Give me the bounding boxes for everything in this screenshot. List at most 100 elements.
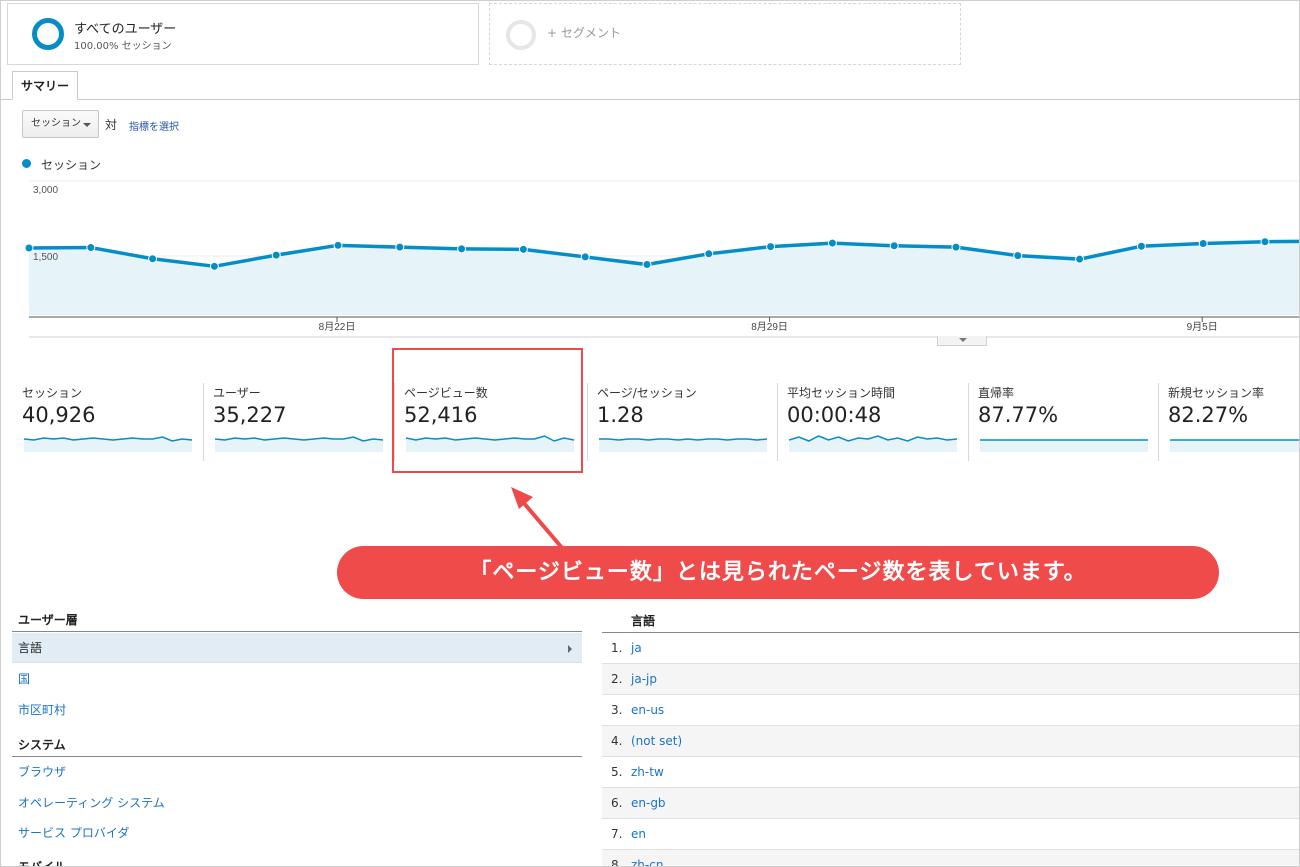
language-link[interactable]: en-us [631, 695, 664, 725]
data-point [642, 260, 652, 270]
select-metric-link[interactable]: 指標を選択 [129, 118, 179, 133]
language-link[interactable]: zh-tw [631, 757, 664, 787]
metric-label: セッション [22, 386, 83, 400]
row-index: 1. [611, 641, 623, 655]
row-index: 2. [611, 672, 623, 686]
data-point [704, 249, 714, 259]
data-point [209, 261, 219, 271]
language-link[interactable]: ja-jp [631, 664, 657, 694]
y-tick-label: 1,500 [33, 252, 58, 263]
metric-divider [777, 383, 778, 461]
metric-card[interactable]: セッション 40,926 [22, 381, 212, 461]
language-link[interactable]: en [631, 819, 646, 849]
language-link[interactable]: en-gb [631, 788, 666, 818]
metric-value: 40,926 [22, 403, 96, 427]
mobile-section-head: モバイル [12, 857, 582, 866]
segment-all-users[interactable]: すべてのユーザー 100.00% セッション [7, 3, 479, 65]
x-tick-label: 8月22日 [319, 321, 356, 333]
nav-item-service-provider[interactable]: サービス プロバイダ [12, 818, 582, 848]
empty-segment-ring-icon [506, 20, 536, 50]
data-point [271, 250, 281, 260]
table-row: 6. en-gb [602, 788, 1299, 819]
metric-sparkline [599, 438, 767, 452]
metric-divider [587, 383, 588, 461]
segment-title: すべてのユーザー [74, 22, 177, 37]
metric-sparkline [215, 436, 383, 452]
data-point [1136, 241, 1146, 251]
table-row: 7. en [602, 819, 1299, 850]
row-index: 3. [611, 703, 623, 717]
data-point [333, 240, 343, 250]
data-point [1013, 251, 1023, 261]
table-row: 4. (not set) [602, 726, 1299, 757]
row-index: 7. [611, 827, 623, 841]
metric-select[interactable]: セッション [22, 110, 99, 138]
nav-item-language[interactable]: 言語 [12, 633, 582, 663]
language-link[interactable]: zh-cn [631, 850, 663, 866]
x-tick-label: 8月29日 [751, 321, 788, 333]
metric-value: 00:00:48 [787, 403, 882, 427]
segment-ring-icon [32, 18, 64, 50]
nav-item-browser[interactable]: ブラウザ [12, 757, 582, 787]
metric-card[interactable]: ページ/セッション 1.28 [597, 381, 787, 461]
data-point [1198, 239, 1208, 249]
add-segment-button[interactable]: + セグメント [489, 3, 961, 65]
data-point [518, 244, 528, 254]
analytics-audience-overview: すべてのユーザー 100.00% セッション + セグメント サマリー セッショ… [0, 0, 1300, 867]
chevron-down-icon [83, 123, 91, 127]
metric-label: 平均セッション時間 [787, 386, 896, 400]
metric-card[interactable]: 平均セッション時間 00:00:48 [787, 381, 977, 461]
chart-legend-sessions: セッション [41, 158, 102, 172]
table-row: 3. en-us [602, 695, 1299, 726]
tab-summary[interactable]: サマリー [12, 71, 79, 100]
demographics-section-head: ユーザー層 [12, 610, 582, 632]
sparkline-area [980, 440, 1148, 452]
metric-label: ページ/セッション [597, 386, 697, 400]
metric-card[interactable]: 新規セッション率 82.27% [1168, 381, 1299, 461]
language-link[interactable]: (not set) [631, 726, 682, 756]
metric-select-value: セッション [31, 118, 81, 129]
metric-card[interactable]: 直帰率 87.77% [978, 381, 1168, 461]
vs-label: 対 [105, 118, 118, 132]
metric-value: 82.27% [1168, 403, 1249, 427]
nav-item-label: 言語 [18, 641, 43, 655]
chart-collapse-toggle[interactable] [937, 336, 987, 346]
sparkline-area [599, 439, 767, 452]
metric-value: 87.77% [978, 403, 1059, 427]
metric-divider [1158, 383, 1159, 461]
data-point [1260, 237, 1270, 247]
nav-item-city[interactable]: 市区町村 [12, 695, 582, 725]
metric-card[interactable]: ユーザー 35,227 [213, 381, 403, 461]
metric-divider [968, 383, 969, 461]
nav-item-country[interactable]: 国 [12, 664, 582, 694]
data-point [395, 242, 405, 252]
metric-value: 35,227 [213, 403, 287, 427]
chevron-down-icon [959, 338, 967, 342]
chevron-right-icon [568, 645, 572, 653]
table-row: 8. zh-cn [602, 850, 1299, 867]
row-index: 5. [611, 765, 623, 779]
row-index: 4. [611, 734, 623, 748]
system-section-head: システム [12, 735, 582, 757]
metric-label: 新規セッション率 [1168, 386, 1265, 400]
table-row: 1. ja [602, 633, 1299, 664]
nav-item-os[interactable]: オペレーティング システム [12, 788, 582, 818]
data-point [951, 242, 961, 252]
tab-bar-divider [1, 99, 1299, 100]
legend-dot-icon [22, 159, 31, 168]
add-segment-label: + セグメント [547, 26, 621, 40]
row-index: 8. [611, 858, 623, 867]
pageviews-highlight-box [392, 348, 583, 473]
table-row: 2. ja-jp [602, 664, 1299, 695]
language-link[interactable]: ja [631, 633, 642, 663]
data-point [86, 243, 96, 253]
data-point [457, 244, 467, 254]
data-point [24, 243, 34, 253]
metric-value: 1.28 [597, 403, 644, 427]
sessions-line-chart[interactable]: 3,000 1,500 8月22日 8月29日 9月5日 [1, 177, 1300, 347]
segment-subtitle: 100.00% セッション [74, 41, 172, 52]
data-point [580, 252, 590, 262]
data-point [827, 238, 837, 248]
metric-divider [203, 383, 204, 461]
pageviews-explanation-callout: 「ページビュー数」とは見られたページ数を表しています。 [337, 546, 1219, 599]
